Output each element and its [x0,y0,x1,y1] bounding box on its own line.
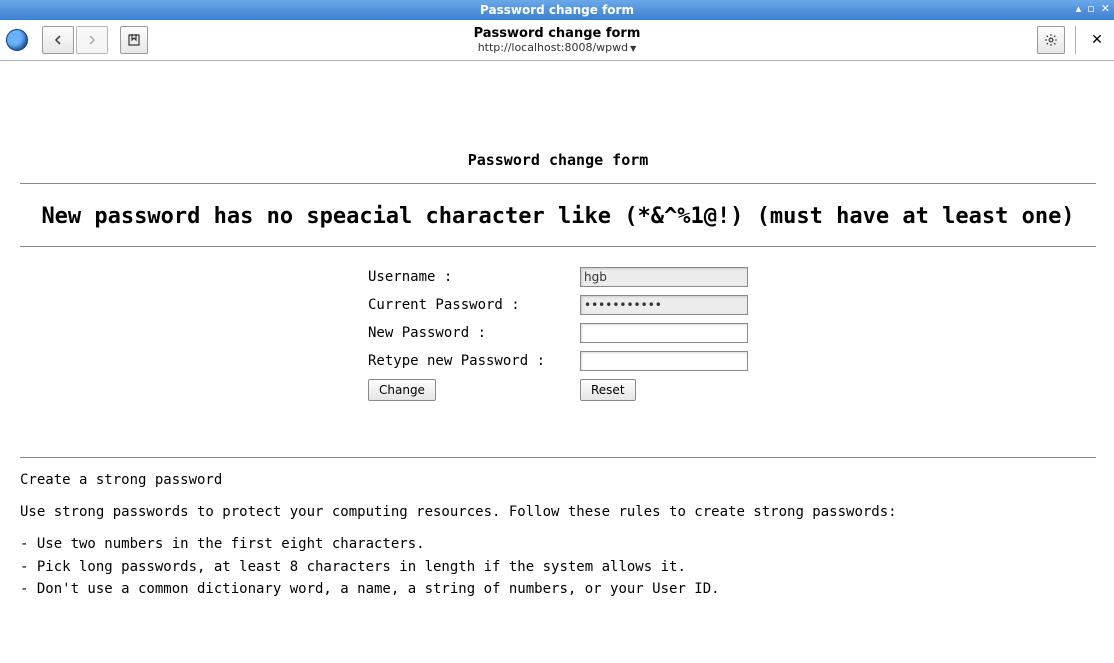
label-username: Username : [362,263,574,291]
page-url-line: http://localhost:8008/wpwd▼ [474,41,641,54]
maximize-button[interactable]: ▫ [1087,2,1094,15]
tips-bullet: - Pick long passwords, at least 8 charac… [20,557,1096,577]
address-area[interactable]: Password change form http://localhost:80… [474,26,641,54]
password-form: Username : Current Password : New Passwo… [362,263,754,405]
row-current-password: Current Password : [362,291,754,319]
toolbar-separator [1075,26,1076,54]
tips-intro: Use strong passwords to protect your com… [20,502,1096,522]
divider [20,183,1096,184]
divider [20,457,1096,458]
page-url: http://localhost:8008/wpwd [478,41,628,54]
forward-button[interactable] [76,26,108,54]
chevron-left-icon [53,35,63,45]
close-tab-button[interactable]: ✕ [1086,29,1108,51]
error-message: New password has no speacial character l… [20,202,1096,232]
label-new-password: New Password : [362,319,574,347]
minimize-button[interactable]: ▴ [1076,2,1082,15]
form-heading: Password change form [20,151,1096,169]
bookmark-page-icon [127,33,141,47]
change-button[interactable]: Change [368,379,436,401]
divider [20,246,1096,247]
chevron-right-icon [87,35,97,45]
tips-section: Create a strong password Use strong pass… [20,470,1096,599]
back-button[interactable] [42,26,74,54]
toolbar-right: ✕ [1037,26,1108,54]
bookmark-button[interactable] [120,26,148,54]
url-dropdown-icon[interactable]: ▼ [630,44,636,53]
window-root: Password change form ▴ ▫ ✕ Password chan… [0,0,1114,663]
window-titlebar: Password change form ▴ ▫ ✕ [0,0,1114,20]
page-content[interactable]: Password change form New password has no… [0,61,1114,663]
retype-password-field[interactable] [580,351,748,371]
globe-icon[interactable] [6,29,28,51]
browser-toolbar: Password change form http://localhost:80… [0,20,1114,61]
reset-button[interactable]: Reset [580,379,636,401]
row-retype-password: Retype new Password : [362,347,754,375]
tips-title: Create a strong password [20,470,1096,490]
new-password-field[interactable] [580,323,748,343]
close-window-button[interactable]: ✕ [1101,2,1110,15]
label-current-password: Current Password : [362,291,574,319]
tips-bullet: - Use two numbers in the first eight cha… [20,534,1096,554]
label-retype-password: Retype new Password : [362,347,574,375]
settings-button[interactable] [1037,26,1065,54]
row-buttons: Change Reset [362,375,754,405]
current-password-field [580,295,748,315]
username-field [580,267,748,287]
gear-icon [1044,33,1058,47]
nav-group [42,26,108,54]
window-title: Password change form [480,3,634,17]
row-username: Username : [362,263,754,291]
viewport: Password change form New password has no… [0,61,1114,663]
row-new-password: New Password : [362,319,754,347]
page-title: Password change form [474,26,641,41]
window-controls: ▴ ▫ ✕ [1076,2,1110,15]
tips-bullet: - Don't use a common dictionary word, a … [20,579,1096,599]
